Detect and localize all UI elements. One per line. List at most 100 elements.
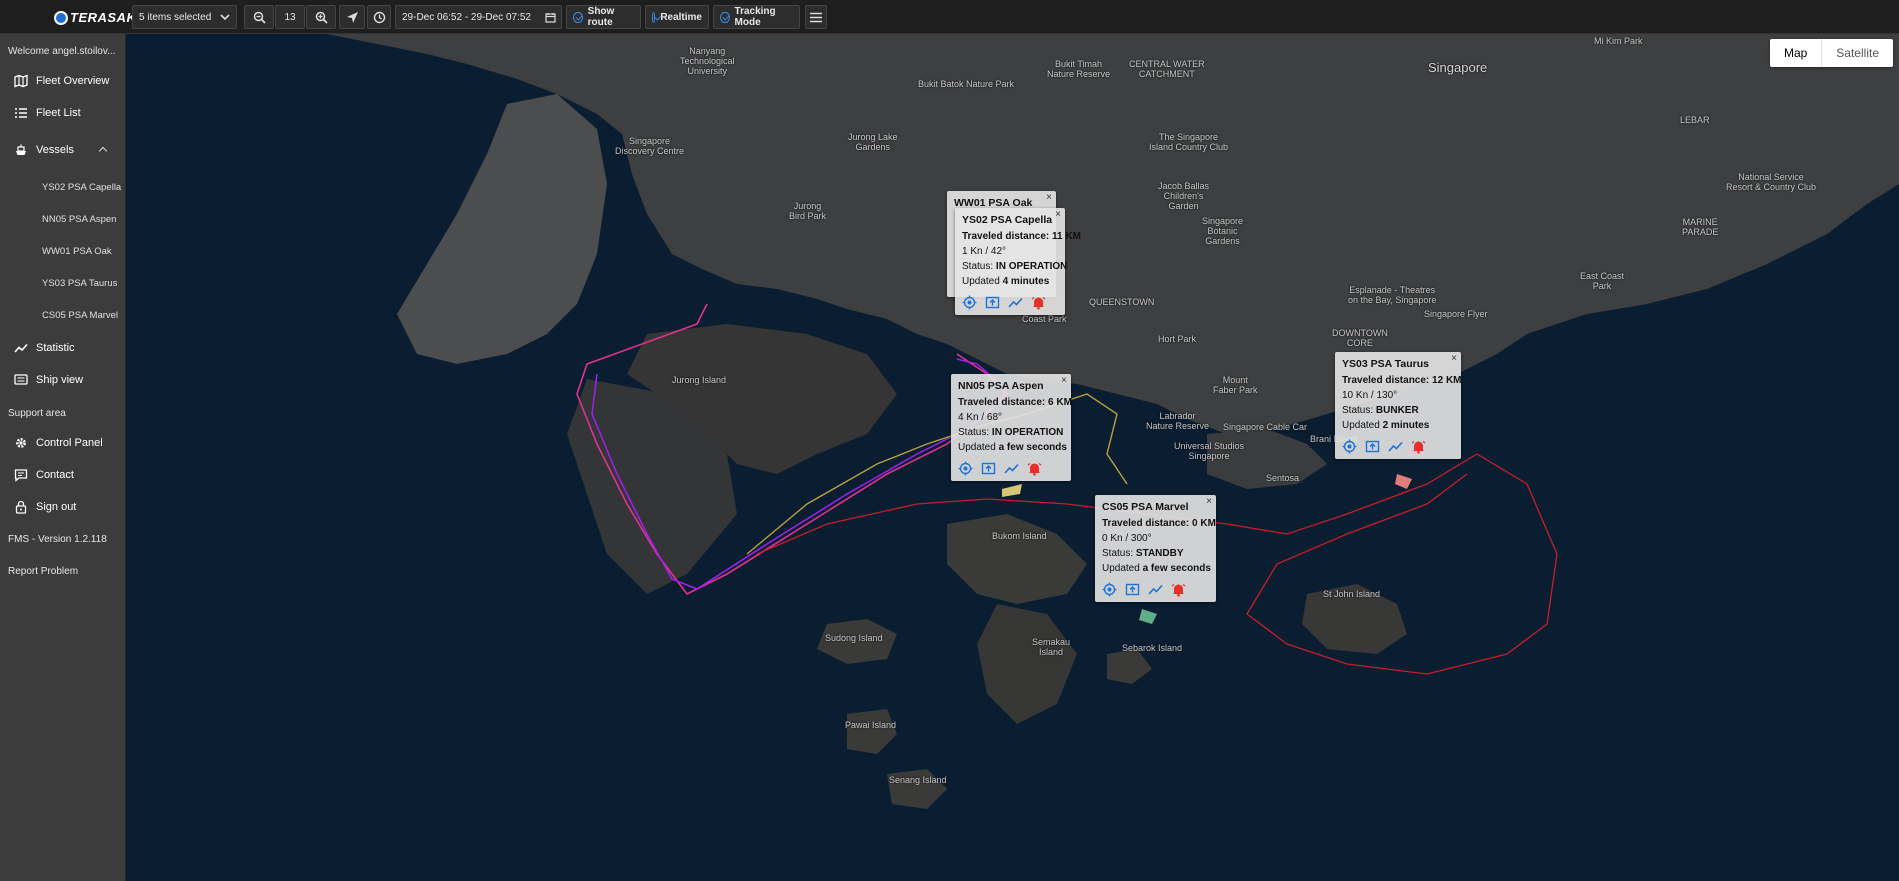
export-icon[interactable]	[985, 295, 1000, 310]
popup-updated: Updated 2 minutes	[1342, 418, 1454, 433]
sidebar-item-fleet-overview[interactable]: Fleet Overview	[14, 71, 122, 91]
status-label: Status:	[1342, 405, 1374, 416]
vessel-marker-cs05	[1139, 609, 1157, 624]
map-type-control: Map Satellite	[1769, 39, 1893, 67]
zoom-in-icon	[315, 11, 328, 24]
updated-value: 2 minutes	[1382, 420, 1430, 431]
zoom-level-field[interactable]: 13	[275, 5, 305, 29]
place-label-jurong-lake: Jurong Lake Gardens	[848, 132, 898, 152]
version-text: FMS - Version 1.2.118	[8, 534, 107, 545]
close-icon[interactable]: ×	[1451, 353, 1457, 364]
export-icon[interactable]	[981, 461, 996, 476]
zoom-in-button[interactable]	[306, 5, 336, 29]
sidebar-item-fleet-list[interactable]: Fleet List	[14, 103, 122, 123]
bukom-island-land	[947, 514, 1087, 604]
place-label-esplanade: Esplanade - Theatres on the Bay, Singapo…	[1348, 285, 1437, 305]
history-button[interactable]	[367, 5, 391, 29]
vessel-item-ys02[interactable]: YS02 PSA Capella	[42, 182, 121, 193]
close-icon[interactable]: ×	[1046, 192, 1052, 203]
chat-bubble-icon	[14, 469, 28, 482]
alarm-bell-icon[interactable]	[1411, 439, 1426, 454]
alarm-bell-icon[interactable]	[1027, 461, 1042, 476]
popup-nn05: × NN05 PSA Aspen Traveled distance: 6 KM…	[951, 374, 1072, 481]
vessel-item-cs05[interactable]: CS05 PSA Marvel	[42, 310, 118, 321]
support-area-heading: Support area	[8, 408, 66, 419]
trend-chart-icon[interactable]	[1388, 439, 1403, 454]
realtime-toggle[interactable]: Realtime	[645, 5, 709, 29]
vessel-item-nn05[interactable]: NN05 PSA Aspen	[42, 214, 116, 225]
popup-status: Status: BUNKER	[1342, 403, 1454, 418]
tracking-mode-toggle[interactable]: Tracking Mode	[713, 5, 800, 29]
export-icon[interactable]	[1125, 582, 1140, 597]
date-range-field[interactable]: 29-Dec 06:52 - 29-Dec 07:52	[395, 5, 562, 29]
place-label-singapore: Singapore	[1428, 60, 1488, 75]
sidebar-item-label: Ship view	[36, 374, 84, 386]
report-problem-link[interactable]: Report Problem	[8, 566, 78, 577]
menu-button[interactable]	[805, 5, 827, 29]
zoom-out-button[interactable]	[244, 5, 274, 29]
semakau-island-land	[977, 604, 1077, 724]
updated-label: Updated	[1102, 563, 1140, 574]
navigation-arrow-icon	[346, 11, 358, 23]
check-circle-icon	[652, 11, 656, 23]
locate-target-icon[interactable]	[958, 461, 973, 476]
vessel-item-ys03[interactable]: YS03 PSA Taurus	[42, 278, 117, 289]
zoom-out-icon	[253, 11, 266, 24]
show-route-toggle[interactable]: Show route	[566, 5, 641, 29]
popup-speed: 1 Kn / 42°	[962, 246, 1007, 257]
place-label-pawai: Pawai Island	[845, 720, 897, 730]
trend-chart-icon[interactable]	[1148, 582, 1163, 597]
place-label-senang: Senang Island	[889, 775, 947, 785]
popup-actions	[1342, 439, 1454, 454]
list-menu-icon	[810, 12, 822, 22]
popup-distance: Traveled distance: 12 KM	[1342, 375, 1462, 386]
place-label-bukom: Bukom Island	[992, 531, 1047, 541]
popup-status: Status: STANDBY	[1102, 546, 1209, 561]
place-label-central-water: CENTRAL WATER CATCHMENT	[1129, 59, 1205, 79]
popup-cs05: × CS05 PSA Marvel Traveled distance: 0 K…	[1095, 495, 1216, 602]
popup-distance: Traveled distance: 6 KM	[958, 397, 1072, 408]
locate-button[interactable]	[339, 5, 365, 29]
trend-chart-icon[interactable]	[1008, 295, 1023, 310]
trend-chart-icon[interactable]	[1004, 461, 1019, 476]
close-icon[interactable]: ×	[1061, 375, 1067, 386]
export-icon[interactable]	[1365, 439, 1380, 454]
check-circle-icon	[720, 11, 730, 23]
sidebar-item-contact[interactable]: Contact	[14, 465, 122, 485]
sidebar-item-statistic[interactable]: Statistic	[14, 338, 122, 358]
close-icon[interactable]: ×	[1206, 496, 1212, 507]
alarm-bell-icon[interactable]	[1031, 295, 1046, 310]
popup-status: Status: IN OPERATION	[962, 259, 1067, 274]
popup-actions	[962, 295, 1058, 310]
locate-target-icon[interactable]	[1102, 582, 1117, 597]
vessel-multiselect[interactable]: 5 items selected	[132, 5, 237, 29]
close-icon[interactable]: ×	[1055, 209, 1061, 220]
map-type-satellite-button[interactable]: Satellite	[1822, 39, 1893, 67]
sidebar-item-control-panel[interactable]: Control Panel	[14, 433, 122, 453]
popup-vessel-name: YS02 PSA Capella	[962, 214, 1053, 226]
alarm-bell-icon[interactable]	[1171, 582, 1186, 597]
sidebar-item-sign-out[interactable]: Sign out	[14, 497, 122, 517]
place-label-flyer: Singapore Flyer	[1424, 309, 1488, 319]
welcome-text: Welcome angel.stoilov...	[8, 46, 116, 57]
place-label-sentosa: Sentosa	[1266, 473, 1300, 483]
realtime-label: Realtime	[660, 11, 702, 23]
logo-mark-icon	[54, 10, 68, 25]
locate-target-icon[interactable]	[1342, 439, 1357, 454]
vessel-item-ww01[interactable]: WW01 PSA Oak	[42, 246, 112, 257]
sidebar-item-label: Contact	[36, 469, 74, 481]
popup-actions	[1102, 582, 1209, 597]
place-label-discovery: Singapore Discovery Centre	[615, 136, 685, 156]
locate-target-icon[interactable]	[962, 295, 977, 310]
map-area[interactable]: Singapore Jurong Island Bukom Island Sud…	[127, 34, 1899, 881]
sidebar-item-vessels[interactable]: Vessels	[14, 140, 122, 160]
sidebar-item-ship-view[interactable]: Ship view	[14, 370, 122, 390]
place-label-marine-parade: MARINE PARADE	[1682, 217, 1719, 237]
popup-distance: Traveled distance: 0 KM	[1102, 518, 1216, 529]
popup-updated: Updated a few seconds	[958, 440, 1067, 455]
place-label-st-john: St John Island	[1323, 589, 1381, 599]
map-type-map-button[interactable]: Map	[1770, 39, 1823, 67]
place-label-mi-kim: Mi Kim Park	[1594, 36, 1643, 46]
place-label-country-club: The Singapore Island Country Club	[1149, 132, 1229, 152]
place-label-hort-park: Hort Park	[1158, 334, 1197, 344]
